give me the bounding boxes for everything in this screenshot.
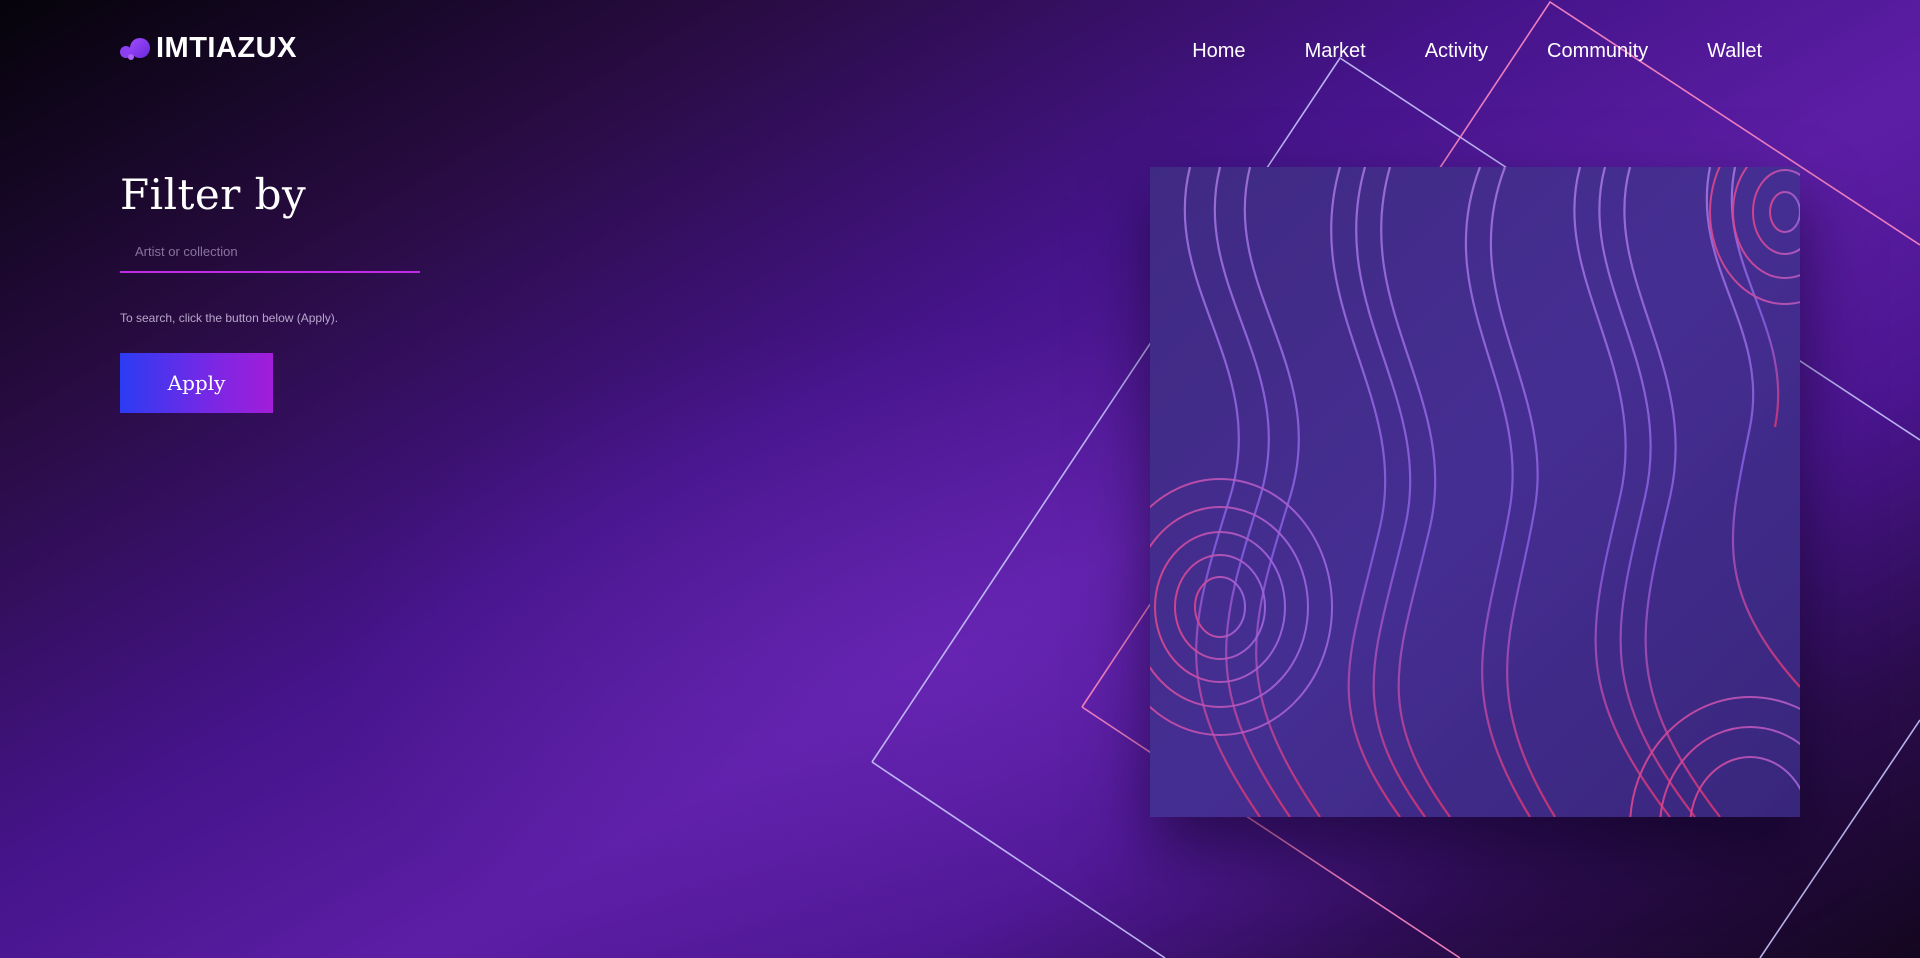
main-nav: Home Market Activity Community Wallet <box>1192 40 1762 63</box>
artist-search-input[interactable] <box>120 239 420 273</box>
featured-artwork <box>1150 167 1800 817</box>
filter-title: Filter by <box>120 170 307 219</box>
nav-item-market[interactable]: Market <box>1305 40 1366 63</box>
brand-logo[interactable]: IMTIAZUX <box>120 32 297 65</box>
bubbles-logo-icon <box>120 34 152 64</box>
nav-item-wallet[interactable]: Wallet <box>1707 40 1762 63</box>
apply-button[interactable]: Apply <box>120 353 273 413</box>
filter-panel: Filter by To search, click the button be… <box>120 170 420 413</box>
nav-item-activity[interactable]: Activity <box>1425 40 1488 63</box>
search-hint: To search, click the button below (Apply… <box>120 311 339 325</box>
nav-item-home[interactable]: Home <box>1192 40 1245 63</box>
brand-name: IMTIAZUX <box>156 32 297 64</box>
abstract-wave-art <box>1150 167 1800 817</box>
nav-item-community[interactable]: Community <box>1547 40 1648 63</box>
